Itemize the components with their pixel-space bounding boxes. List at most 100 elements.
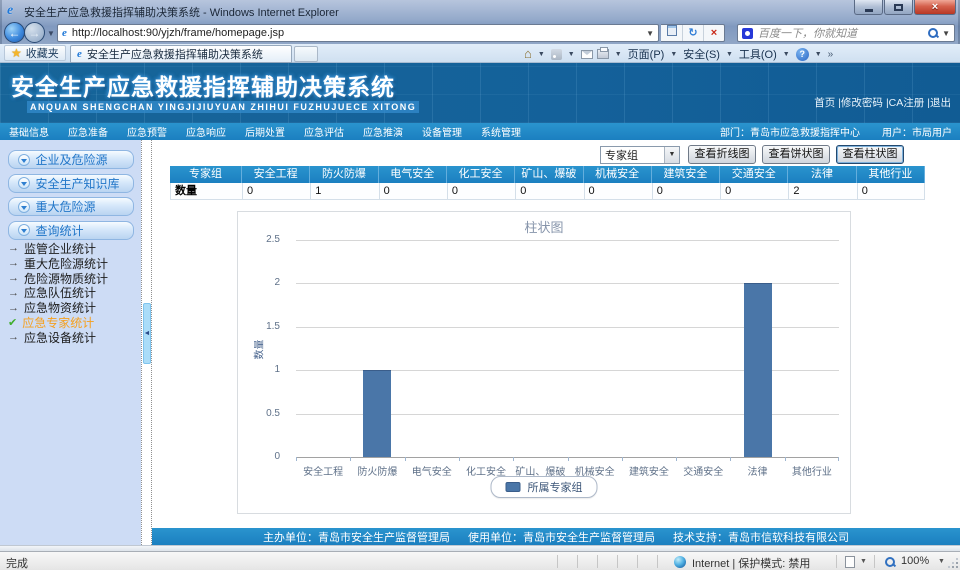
chevron-down-circle-icon: [18, 224, 30, 236]
sidebar-group-knowledge-base[interactable]: 安全生产知识库: [8, 174, 134, 193]
search-magnifier-icon[interactable]: [927, 27, 939, 39]
address-bar[interactable]: e http://localhost:90/yjzh/frame/homepag…: [57, 24, 659, 42]
browser-tab[interactable]: e 安全生产应急救援指挥辅助决策系统: [70, 45, 292, 63]
home-link[interactable]: 首页: [814, 95, 835, 110]
sidebar-group-label: 查询统计: [36, 222, 84, 239]
table-cell: 0: [447, 183, 515, 200]
tools-menu-dropdown-icon[interactable]: ▼: [783, 51, 790, 58]
sidebar-item-emergency-expert-stats[interactable]: ✔ 应急专家统计: [8, 315, 141, 330]
page-zoom-icon[interactable]: [845, 556, 855, 568]
status-divider: [557, 555, 558, 568]
favorites-button[interactable]: ★ 收藏夹: [4, 45, 66, 61]
nav-item-system-management[interactable]: 系统管理: [481, 124, 521, 139]
sidebar-group-major-hazard[interactable]: 重大危险源: [8, 197, 134, 216]
compatibility-view-icon: [667, 25, 677, 36]
table-cell: 0: [379, 183, 447, 200]
print-icon[interactable]: [597, 49, 609, 59]
change-password-link[interactable]: |修改密码: [838, 95, 883, 110]
home-icon[interactable]: ⌂: [524, 48, 532, 60]
view-line-chart-button[interactable]: 查看折线图: [688, 145, 756, 164]
close-button[interactable]: ×: [914, 0, 956, 15]
sidebar-item-emergency-team-stats[interactable]: → 应急队伍统计: [8, 285, 141, 300]
zoom-dropdown-icon[interactable]: ▼: [860, 558, 867, 565]
sidebar-group-label: 重大危险源: [36, 198, 96, 215]
print-dropdown-icon[interactable]: ▼: [615, 51, 622, 58]
rss-dropdown-icon[interactable]: ▼: [568, 51, 575, 58]
refresh-button[interactable]: ↻: [682, 25, 703, 41]
nav-item-emergency-evaluation[interactable]: 应急评估: [304, 124, 344, 139]
view-bar-chart-button[interactable]: 查看柱状图: [836, 145, 904, 164]
address-dropdown-icon[interactable]: ▼: [646, 29, 654, 38]
window-controls: ×: [853, 0, 956, 15]
help-icon[interactable]: ?: [796, 48, 809, 61]
safety-menu[interactable]: 安全(S): [683, 46, 720, 62]
table-header-cell: 化工安全: [447, 166, 515, 183]
sidebar-group-query-statistics[interactable]: 查询统计: [8, 221, 134, 240]
chart-x-tick-mark: [568, 457, 569, 461]
address-url[interactable]: http://localhost:90/yjzh/frame/homepage.…: [72, 27, 646, 39]
search-box[interactable]: 百度一下，你就知道 ▼: [737, 24, 955, 42]
sidebar-item-emergency-supplies-stats[interactable]: → 应急物资统计: [8, 300, 141, 315]
nav-item-basic-info[interactable]: 基础信息: [9, 124, 49, 139]
chart-y-tick-label: 2.5: [266, 234, 280, 245]
search-dropdown-icon[interactable]: ▼: [942, 29, 950, 38]
chart-y-tick-label: 0.5: [266, 408, 280, 419]
table-header-cell: 法律: [788, 166, 856, 183]
footer-user-unit: 使用单位：青岛市安全生产监督管理局: [468, 529, 655, 545]
address-toolbar: ↻ ×: [661, 24, 725, 42]
magnifier-icon[interactable]: [884, 556, 896, 568]
expert-group-select[interactable]: 专家组 ▼: [600, 146, 680, 164]
header-links: 首页 |修改密码 |CA注册 |退出: [814, 95, 951, 110]
logout-link[interactable]: |退出: [927, 95, 951, 110]
sidebar-item-major-hazard-stats[interactable]: → 重大危险源统计: [8, 256, 141, 271]
tools-menu[interactable]: 工具(O): [739, 46, 777, 62]
forward-button[interactable]: →: [24, 22, 45, 43]
sidebar-group-enterprise-hazard[interactable]: 企业及危险源: [8, 150, 134, 169]
sidebar-collapse-handle[interactable]: ◄: [143, 303, 151, 364]
resize-grip-icon[interactable]: [948, 558, 958, 568]
chart-x-tick-mark: [730, 457, 731, 461]
read-mail-icon[interactable]: [581, 50, 593, 59]
table-row-label: 数量: [170, 183, 242, 200]
page-footer: 主办单位：青岛市安全生产监督管理局 使用单位：青岛市安全生产监督管理局 技术支持…: [152, 528, 960, 545]
status-bar: 完成 Internet | 保护模式: 禁用 ▼ 100% ▼: [0, 551, 960, 570]
status-divider: [597, 555, 598, 568]
chart-y-tick-label: 1.5: [266, 321, 280, 332]
page-menu[interactable]: 页面(P): [628, 46, 665, 62]
nav-item-emergency-prepare[interactable]: 应急准备: [68, 124, 108, 139]
table-header-cell: 专家组: [170, 166, 242, 183]
nav-item-emergency-drill[interactable]: 应急推演: [363, 124, 403, 139]
ca-register-link[interactable]: |CA注册: [886, 95, 924, 110]
nav-item-emergency-response[interactable]: 应急响应: [186, 124, 226, 139]
sidebar-item-hazard-material-stats[interactable]: → 危险源物质统计: [8, 271, 141, 286]
safety-menu-dropdown-icon[interactable]: ▼: [726, 51, 733, 58]
minimize-button[interactable]: [854, 0, 883, 15]
sidebar-item-emergency-equipment-stats[interactable]: → 应急设备统计: [8, 330, 141, 345]
nav-item-equipment-management[interactable]: 设备管理: [422, 124, 462, 139]
back-button[interactable]: ←: [4, 22, 25, 43]
select-dropdown-icon: ▼: [664, 147, 679, 163]
new-tab-button[interactable]: [294, 46, 318, 62]
page-menu-dropdown-icon[interactable]: ▼: [670, 51, 677, 58]
stop-button[interactable]: ×: [703, 25, 724, 41]
sidebar-item-enterprise-stats[interactable]: → 监管企业统计: [8, 241, 141, 256]
zoom-level-dropdown-icon[interactable]: ▼: [938, 558, 945, 565]
help-dropdown-icon[interactable]: ▼: [815, 51, 822, 58]
zone-text[interactable]: Internet | 保护模式: 禁用: [692, 555, 810, 570]
sidebar-groups: 企业及危险源 安全生产知识库 重大危险源 查询统计: [0, 150, 141, 244]
compatibility-view-button[interactable]: [661, 25, 682, 41]
command-overflow-icon[interactable]: »: [828, 49, 834, 60]
home-dropdown-icon[interactable]: ▼: [538, 51, 545, 58]
maximize-button[interactable]: [884, 0, 913, 15]
rss-icon[interactable]: [551, 49, 562, 60]
nav-item-post-disposal[interactable]: 后期处置: [245, 124, 285, 139]
arrow-right-icon: →: [8, 302, 19, 314]
star-icon: ★: [11, 46, 22, 60]
search-placeholder[interactable]: 百度一下，你就知道: [758, 25, 927, 41]
zoom-level[interactable]: 100%: [901, 555, 929, 567]
arrow-right-icon: →: [8, 272, 19, 284]
view-pie-chart-button[interactable]: 查看饼状图: [762, 145, 830, 164]
nav-item-emergency-warning[interactable]: 应急预警: [127, 124, 167, 139]
chart-y-ticks: 00.511.522.5: [238, 240, 288, 460]
history-dropdown-icon[interactable]: ▼: [47, 29, 55, 38]
